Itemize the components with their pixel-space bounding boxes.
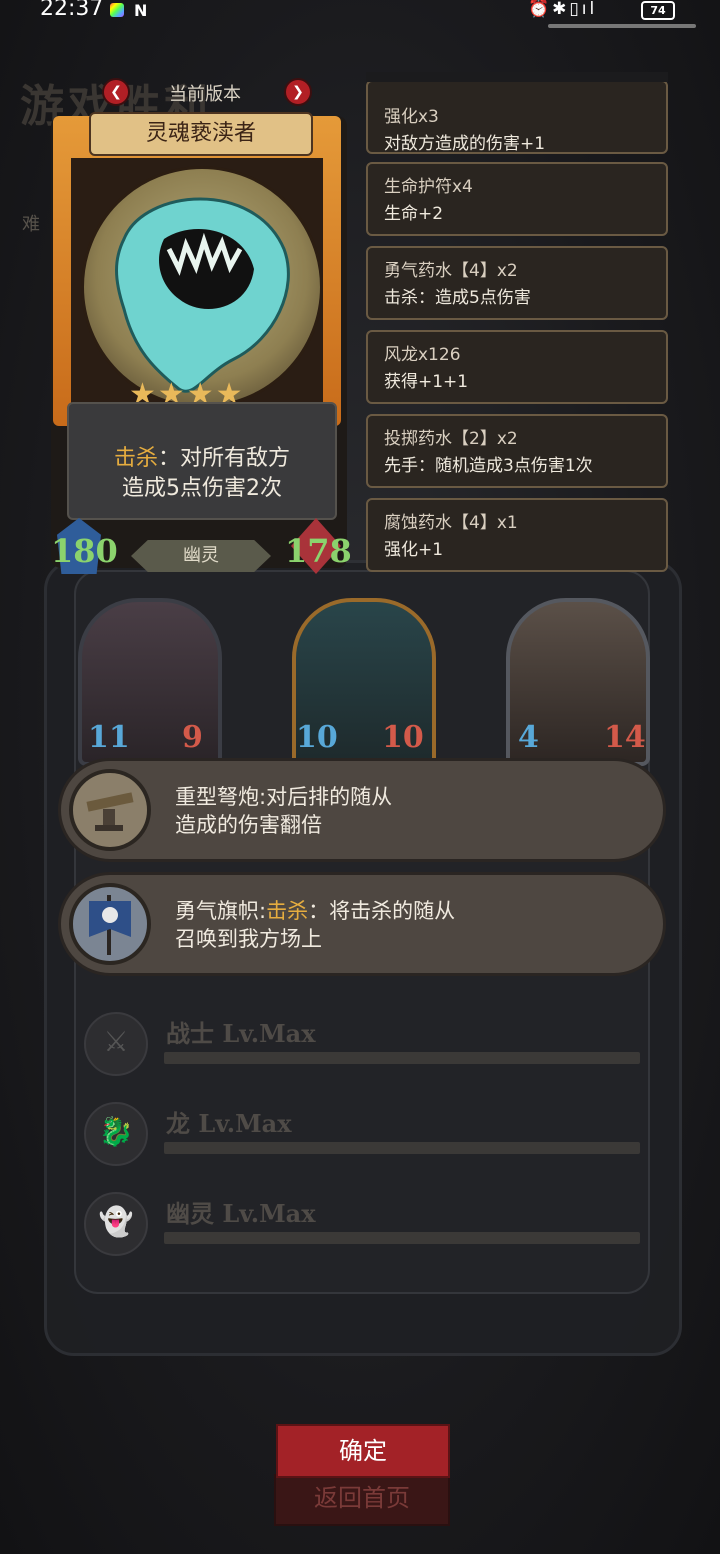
- bonus-text: 召唤到我方场上: [175, 927, 322, 951]
- gesture-bar: [548, 24, 696, 28]
- card-attack: 180: [51, 532, 118, 570]
- bonus-name: 重型弩炮:: [175, 785, 267, 809]
- minion-detail-card: 灵魂亵渎者 ★★★★ 击杀：对所有敌方 造成5点伤害2次 180 178 幽灵: [45, 108, 357, 580]
- bonus-text: ：将击杀的随从: [308, 899, 456, 923]
- description-text: ：对所有敌方: [158, 446, 291, 471]
- bonus-tooltip: 勇气旗帜:击杀：将击杀的随从 召唤到我方场上: [58, 872, 666, 976]
- description-line-2: 造成5点伤害2次: [122, 476, 282, 501]
- nfc-icon: N: [134, 1, 148, 20]
- dragon-tribe-icon: 🐉: [84, 1102, 148, 1166]
- card-tribe: 幽灵: [131, 540, 271, 572]
- keyword-kill: 击杀: [113, 446, 158, 471]
- item-title: 勇气药水【4】x2: [384, 261, 518, 281]
- item-row[interactable]: 生命护符x4 生命+2: [366, 162, 668, 236]
- minion-health: 9: [182, 720, 203, 755]
- ghost-portrait-image: [81, 166, 323, 408]
- minion-card[interactable]: 4 14: [506, 598, 650, 766]
- item-title: 腐蚀药水【4】x1: [384, 513, 518, 533]
- prev-version-button[interactable]: ❮: [102, 78, 130, 106]
- system-status-icons: ⏰✱▯ıl: [528, 0, 598, 19]
- item-title: 风龙x126: [384, 345, 461, 365]
- description-line-1: 击杀：对所有敌方: [69, 440, 335, 472]
- item-row[interactable]: 强化x3 对敌方造成的伤害+1: [366, 80, 668, 154]
- item-effect: 生命+2: [384, 204, 444, 224]
- bonus-name: 勇气旗帜:: [175, 899, 267, 923]
- banner-icon: [69, 883, 151, 965]
- status-bar: 22:37 N ⏰✱▯ıl 74: [0, 0, 720, 24]
- clock: 22:37: [40, 0, 104, 21]
- warrior-tribe-icon: ⚔: [84, 1012, 148, 1076]
- bonus-description: 勇气旗帜:击杀：将击杀的随从 召唤到我方场上: [175, 897, 455, 953]
- bonus-description: 重型弩炮:对后排的随从 造成的伤害翻倍: [175, 783, 392, 839]
- ghost-tribe-icon: 👻: [84, 1192, 148, 1256]
- item-row[interactable]: 风龙x126 获得+1+1: [366, 330, 668, 404]
- bonus-text: 造成的伤害翻倍: [175, 813, 322, 837]
- confirm-button[interactable]: 确定: [276, 1424, 450, 1478]
- return-home-button[interactable]: 返回首页: [274, 1474, 450, 1526]
- card-name: 灵魂亵渎者: [89, 112, 313, 156]
- difficulty-label: 难: [22, 214, 40, 235]
- version-label: 当前版本: [169, 84, 241, 105]
- level-label: 战士 Lv.Max: [166, 1019, 316, 1048]
- minion-attack: 11: [88, 720, 130, 755]
- skull-banner-art: [89, 895, 131, 955]
- chevron-left-icon: ❮: [110, 84, 122, 100]
- chevron-right-icon: ❯: [292, 84, 304, 100]
- level-progress-bar: [164, 1142, 640, 1154]
- minion-attack: 10: [296, 720, 338, 755]
- battery-icon: 74: [641, 1, 675, 20]
- minion-attack: 4: [518, 720, 539, 755]
- minion-card[interactable]: 11 9: [78, 598, 222, 766]
- item-effect: 获得+1+1: [384, 372, 469, 392]
- ghost-icon: [115, 197, 290, 393]
- next-version-button[interactable]: ❯: [284, 78, 312, 106]
- bonus-text: 对后排的随从: [266, 785, 393, 809]
- item-effect: 先手：随机造成3点伤害1次: [384, 456, 593, 476]
- level-progress-bar: [164, 1232, 640, 1244]
- app-notification-icon: [110, 3, 124, 17]
- item-title: 生命护符x4: [384, 177, 473, 197]
- ballista-art: [86, 792, 134, 831]
- level-progress-bar: [164, 1052, 640, 1064]
- ballista-icon: [69, 769, 151, 851]
- item-effect: 对敌方造成的伤害+1: [384, 134, 546, 154]
- card-description: 击杀：对所有敌方 造成5点伤害2次: [67, 402, 337, 520]
- minion-health: 10: [382, 720, 424, 755]
- level-label: 龙 Lv.Max: [166, 1109, 292, 1138]
- item-effect: 击杀：造成5点伤害: [384, 288, 531, 308]
- minion-health: 14: [604, 720, 646, 755]
- item-title: 投掷药水【2】x2: [384, 429, 518, 449]
- item-row[interactable]: 勇气药水【4】x2 击杀：造成5点伤害: [366, 246, 668, 320]
- minion-card[interactable]: 10 10: [292, 598, 436, 766]
- item-row[interactable]: 腐蚀药水【4】x1 强化+1: [366, 498, 668, 572]
- bonus-tooltip: 重型弩炮:对后排的随从 造成的伤害翻倍: [58, 758, 666, 862]
- item-row[interactable]: 投掷药水【2】x2 先手：随机造成3点伤害1次: [366, 414, 668, 488]
- bonus-keyword: 击杀: [266, 899, 309, 923]
- level-label: 幽灵 Lv.Max: [166, 1199, 316, 1228]
- item-title: 强化x3: [384, 107, 439, 127]
- card-health: 178: [285, 532, 352, 570]
- list-clip-mask: [366, 72, 668, 82]
- item-effect: 强化+1: [384, 540, 444, 560]
